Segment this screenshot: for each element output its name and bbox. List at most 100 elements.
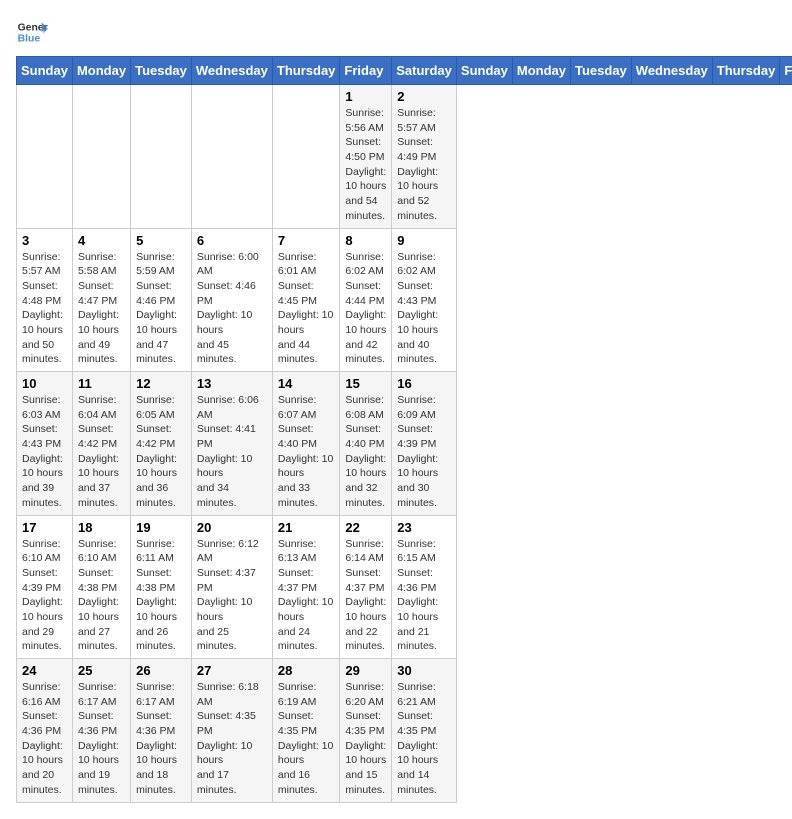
day-info: Sunrise: 6:14 AMSunset: 4:37 PMDaylight:… bbox=[345, 537, 386, 655]
day-info: Sunrise: 5:56 AMSunset: 4:50 PMDaylight:… bbox=[345, 106, 386, 224]
header-sunday: Sunday bbox=[456, 57, 512, 85]
day-info: Sunrise: 6:15 AMSunset: 4:36 PMDaylight:… bbox=[397, 537, 451, 655]
logo: General Blue bbox=[16, 16, 48, 48]
day-number: 15 bbox=[345, 376, 386, 391]
day-cell: 11 Sunrise: 6:04 AMSunset: 4:42 PMDayligh… bbox=[72, 372, 130, 516]
header-thursday: Thursday bbox=[272, 57, 340, 85]
week-row-4: 17 Sunrise: 6:10 AMSunset: 4:39 PMDayligh… bbox=[17, 515, 792, 659]
day-number: 22 bbox=[345, 520, 386, 535]
day-number: 3 bbox=[22, 233, 67, 248]
day-cell: 27 Sunrise: 6:18 AMSunset: 4:35 PMDayligh… bbox=[191, 659, 272, 803]
day-cell: 8Sunrise: 6:02 AMSunset: 4:44 PMDaylight… bbox=[340, 228, 392, 372]
day-cell: 16 Sunrise: 6:09 AMSunset: 4:39 PMDayligh… bbox=[392, 372, 457, 516]
day-cell: 23 Sunrise: 6:15 AMSunset: 4:36 PMDayligh… bbox=[392, 515, 457, 659]
day-cell bbox=[131, 85, 192, 229]
calendar-table: SundayMondayTuesdayWednesdayThursdayFrid… bbox=[16, 56, 792, 803]
week-row-2: 3 Sunrise: 5:57 AMSunset: 4:48 PMDaylight… bbox=[17, 228, 792, 372]
day-number: 29 bbox=[345, 663, 386, 678]
day-cell: 21 Sunrise: 6:13 AMSunset: 4:37 PMDayligh… bbox=[272, 515, 340, 659]
day-info: Sunrise: 5:57 AMSunset: 4:48 PMDaylight:… bbox=[22, 250, 67, 368]
day-number: 12 bbox=[136, 376, 186, 391]
day-info: Sunrise: 6:16 AMSunset: 4:36 PMDaylight:… bbox=[22, 680, 67, 798]
calendar-header-row: SundayMondayTuesdayWednesdayThursdayFrid… bbox=[17, 57, 792, 85]
day-number: 8 bbox=[345, 233, 386, 248]
header-tuesday: Tuesday bbox=[131, 57, 192, 85]
day-info: Sunrise: 5:58 AMSunset: 4:47 PMDaylight:… bbox=[78, 250, 125, 368]
day-cell: 25 Sunrise: 6:17 AMSunset: 4:36 PMDayligh… bbox=[72, 659, 130, 803]
day-number: 27 bbox=[197, 663, 267, 678]
day-cell: 9 Sunrise: 6:02 AMSunset: 4:43 PMDaylight… bbox=[392, 228, 457, 372]
day-cell: 17 Sunrise: 6:10 AMSunset: 4:39 PMDayligh… bbox=[17, 515, 73, 659]
day-info: Sunrise: 6:17 AMSunset: 4:36 PMDaylight:… bbox=[78, 680, 125, 798]
day-info: Sunrise: 6:04 AMSunset: 4:42 PMDaylight:… bbox=[78, 393, 125, 511]
day-number: 7 bbox=[278, 233, 335, 248]
day-number: 23 bbox=[397, 520, 451, 535]
day-cell: 1 Sunrise: 5:56 AMSunset: 4:50 PMDaylight… bbox=[340, 85, 392, 229]
week-row-1: 1 Sunrise: 5:56 AMSunset: 4:50 PMDaylight… bbox=[17, 85, 792, 229]
day-cell: 2 Sunrise: 5:57 AMSunset: 4:49 PMDaylight… bbox=[392, 85, 457, 229]
day-number: 5 bbox=[136, 233, 186, 248]
day-info: Sunrise: 6:08 AMSunset: 4:40 PMDaylight:… bbox=[345, 393, 386, 511]
day-cell: 29 Sunrise: 6:20 AMSunset: 4:35 PMDayligh… bbox=[340, 659, 392, 803]
day-info: Sunrise: 6:02 AMSunset: 4:43 PMDaylight:… bbox=[397, 250, 451, 368]
header-tuesday: Tuesday bbox=[571, 57, 632, 85]
day-number: 2 bbox=[397, 89, 451, 104]
logo-icon: General Blue bbox=[16, 16, 48, 48]
day-info: Sunrise: 6:19 AMSunset: 4:35 PMDaylight:… bbox=[278, 680, 335, 798]
day-cell: 7 Sunrise: 6:01 AMSunset: 4:45 PMDaylight… bbox=[272, 228, 340, 372]
day-info: Sunrise: 6:17 AMSunset: 4:36 PMDaylight:… bbox=[136, 680, 186, 798]
day-info: Sunrise: 6:11 AMSunset: 4:38 PMDaylight:… bbox=[136, 537, 186, 655]
day-info: Sunrise: 5:59 AMSunset: 4:46 PMDaylight:… bbox=[136, 250, 186, 368]
day-info: Sunrise: 6:20 AMSunset: 4:35 PMDaylight:… bbox=[345, 680, 386, 798]
day-number: 16 bbox=[397, 376, 451, 391]
day-info: Sunrise: 6:06 AMSunset: 4:41 PMDaylight:… bbox=[197, 393, 267, 511]
header-wednesday: Wednesday bbox=[191, 57, 272, 85]
day-cell bbox=[191, 85, 272, 229]
day-info: Sunrise: 6:01 AMSunset: 4:45 PMDaylight:… bbox=[278, 250, 335, 368]
day-info: Sunrise: 6:09 AMSunset: 4:39 PMDaylight:… bbox=[397, 393, 451, 511]
day-number: 9 bbox=[397, 233, 451, 248]
day-number: 4 bbox=[78, 233, 125, 248]
header-monday: Monday bbox=[72, 57, 130, 85]
day-number: 6 bbox=[197, 233, 267, 248]
day-cell: 24Sunrise: 6:16 AMSunset: 4:36 PMDayligh… bbox=[17, 659, 73, 803]
day-number: 14 bbox=[278, 376, 335, 391]
day-number: 30 bbox=[397, 663, 451, 678]
day-number: 11 bbox=[78, 376, 125, 391]
day-cell bbox=[272, 85, 340, 229]
day-number: 26 bbox=[136, 663, 186, 678]
day-cell: 3 Sunrise: 5:57 AMSunset: 4:48 PMDaylight… bbox=[17, 228, 73, 372]
header-friday: Friday bbox=[780, 57, 792, 85]
header-friday: Friday bbox=[340, 57, 392, 85]
day-cell bbox=[17, 85, 73, 229]
day-cell bbox=[72, 85, 130, 229]
day-cell: 20Sunrise: 6:12 AMSunset: 4:37 PMDayligh… bbox=[191, 515, 272, 659]
day-info: Sunrise: 6:18 AMSunset: 4:35 PMDaylight:… bbox=[197, 680, 267, 798]
day-cell: 4 Sunrise: 5:58 AMSunset: 4:47 PMDaylight… bbox=[72, 228, 130, 372]
day-cell: 5 Sunrise: 5:59 AMSunset: 4:46 PMDaylight… bbox=[131, 228, 192, 372]
header-thursday: Thursday bbox=[712, 57, 780, 85]
day-info: Sunrise: 6:10 AMSunset: 4:39 PMDaylight:… bbox=[22, 537, 67, 655]
day-cell: 26 Sunrise: 6:17 AMSunset: 4:36 PMDayligh… bbox=[131, 659, 192, 803]
day-cell: 15 Sunrise: 6:08 AMSunset: 4:40 PMDayligh… bbox=[340, 372, 392, 516]
day-number: 1 bbox=[345, 89, 386, 104]
day-cell: 18Sunrise: 6:10 AMSunset: 4:38 PMDayligh… bbox=[72, 515, 130, 659]
header-monday: Monday bbox=[512, 57, 570, 85]
day-cell: 13Sunrise: 6:06 AMSunset: 4:41 PMDayligh… bbox=[191, 372, 272, 516]
day-cell: 12Sunrise: 6:05 AMSunset: 4:42 PMDayligh… bbox=[131, 372, 192, 516]
day-cell: 30 Sunrise: 6:21 AMSunset: 4:35 PMDayligh… bbox=[392, 659, 457, 803]
day-number: 21 bbox=[278, 520, 335, 535]
day-number: 17 bbox=[22, 520, 67, 535]
day-info: Sunrise: 5:57 AMSunset: 4:49 PMDaylight:… bbox=[397, 106, 451, 224]
day-info: Sunrise: 6:07 AMSunset: 4:40 PMDaylight:… bbox=[278, 393, 335, 511]
day-number: 25 bbox=[78, 663, 125, 678]
day-number: 10 bbox=[22, 376, 67, 391]
day-cell: 10Sunrise: 6:03 AMSunset: 4:43 PMDayligh… bbox=[17, 372, 73, 516]
day-info: Sunrise: 6:21 AMSunset: 4:35 PMDaylight:… bbox=[397, 680, 451, 798]
day-cell: 6Sunrise: 6:00 AMSunset: 4:46 PMDaylight… bbox=[191, 228, 272, 372]
header-saturday: Saturday bbox=[392, 57, 457, 85]
day-info: Sunrise: 6:13 AMSunset: 4:37 PMDaylight:… bbox=[278, 537, 335, 655]
header-sunday: Sunday bbox=[17, 57, 73, 85]
day-number: 19 bbox=[136, 520, 186, 535]
day-cell: 22 Sunrise: 6:14 AMSunset: 4:37 PMDayligh… bbox=[340, 515, 392, 659]
